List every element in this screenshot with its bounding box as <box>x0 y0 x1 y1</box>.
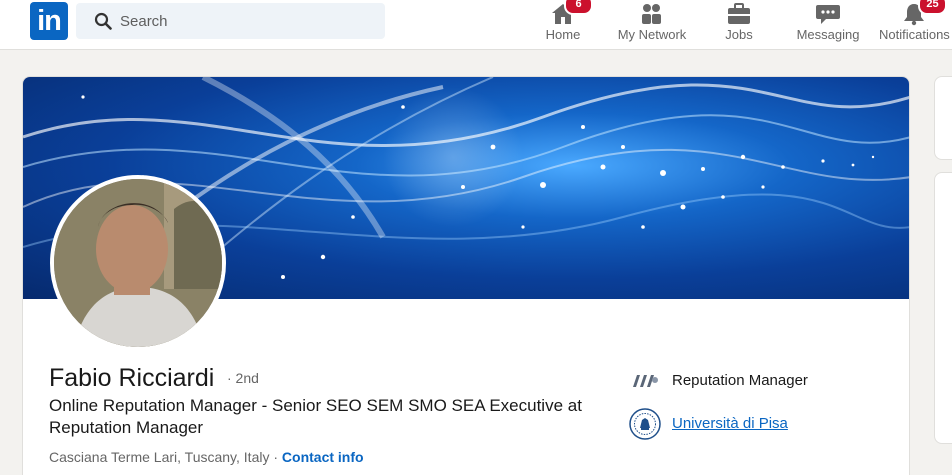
profile-location-line: Casciana Terme Lari, Tuscany, Italy · Co… <box>49 449 364 465</box>
top-nav-bar: in 6 Home My Network Jobs <box>0 0 952 50</box>
profile-photo-avatar[interactable] <box>50 175 226 351</box>
briefcase-icon <box>728 3 750 24</box>
contact-info-link[interactable]: Contact info <box>282 449 364 465</box>
search-icon <box>94 12 112 30</box>
current-company-label: Reputation Manager <box>672 372 808 389</box>
home-notification-badge: 6 <box>564 0 593 15</box>
education-label: Università di Pisa <box>672 415 788 432</box>
search-box[interactable] <box>76 3 385 39</box>
connection-degree: · 2nd <box>227 370 259 386</box>
nav-home-label: Home <box>545 27 581 42</box>
my-network-icon <box>642 4 661 24</box>
messaging-icon <box>816 5 840 24</box>
nav-home[interactable]: 6 Home <box>532 0 594 50</box>
right-rail-card-bottom <box>934 172 952 444</box>
location-separator: · <box>269 449 282 465</box>
nav-my-network[interactable]: My Network <box>612 0 692 50</box>
profile-location: Casciana Terme Lari, Tuscany, Italy <box>49 449 270 465</box>
linkedin-logo-icon[interactable]: in <box>30 2 68 40</box>
nav-my-network-label: My Network <box>617 27 687 42</box>
profile-headline: Online Reputation Manager - Senior SEO S… <box>49 396 582 437</box>
university-seal-icon <box>629 408 661 440</box>
profile-card: Fabio Ricciardi · 2nd Online Reputation … <box>22 76 910 475</box>
profile-name: Fabio Ricciardi <box>49 364 215 392</box>
notifications-badge: 25 <box>918 0 947 15</box>
company-logo-icon <box>633 375 658 387</box>
profile-photo-image <box>54 179 222 347</box>
search-input[interactable] <box>120 3 375 39</box>
nav-messaging[interactable]: Messaging <box>793 0 863 50</box>
nav-notifications-label: Notifications <box>879 27 950 42</box>
right-rail-card-top <box>934 76 952 160</box>
nav-jobs-label: Jobs <box>725 27 753 42</box>
nav-jobs[interactable]: Jobs <box>715 0 763 50</box>
nav-notifications[interactable]: 25 Notifications <box>876 0 952 50</box>
nav-messaging-label: Messaging <box>796 27 860 42</box>
